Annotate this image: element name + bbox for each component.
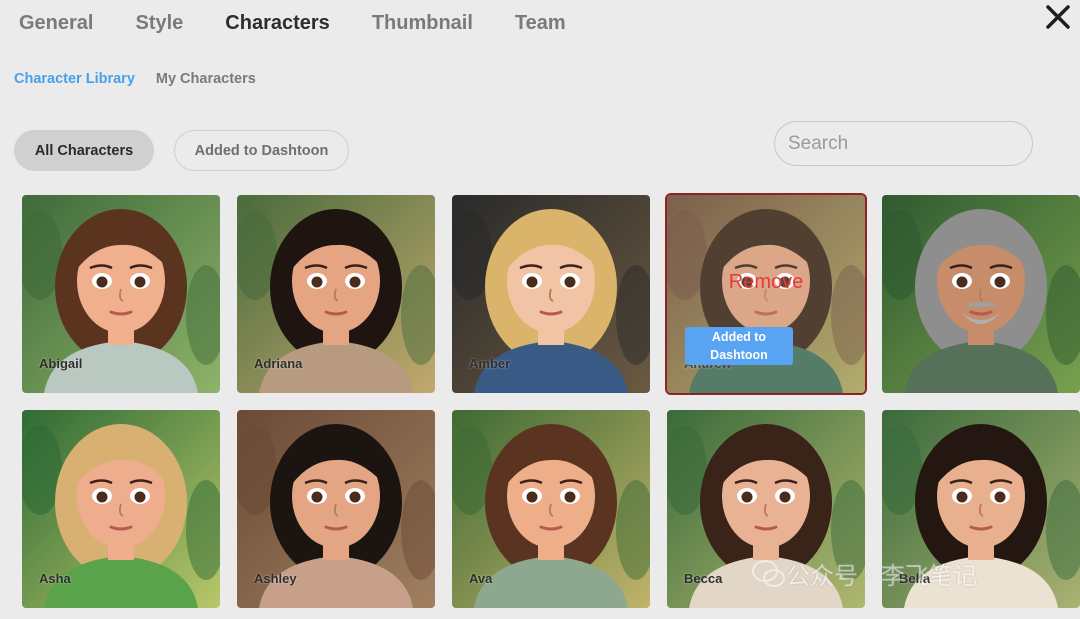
- watermark: 公众号 · 李飞笔记: [752, 556, 977, 591]
- tab-thumbnail[interactable]: Thumbnail: [372, 12, 473, 35]
- watermark-text: 公众号 · 李飞笔记: [786, 562, 977, 590]
- subtab-character-library[interactable]: Character Library: [14, 71, 135, 87]
- tab-general[interactable]: General: [19, 12, 93, 35]
- remove-button[interactable]: Remove: [667, 271, 865, 294]
- character-name: Ashley: [254, 571, 297, 586]
- tab-characters[interactable]: Characters: [225, 12, 330, 35]
- character-card[interactable]: Adriana: [237, 195, 435, 393]
- top-tab-bar: General Style Characters Thumbnail Team: [19, 12, 608, 35]
- filter-all-characters[interactable]: All Characters: [14, 130, 154, 171]
- subtab-my-characters[interactable]: My Characters: [156, 71, 256, 87]
- close-icon: [1046, 5, 1070, 29]
- character-name: Ava: [469, 571, 493, 586]
- character-card[interactable]: Abigail: [22, 195, 220, 393]
- wechat-icon: [752, 559, 785, 587]
- character-name: Amber: [469, 356, 511, 371]
- character-card[interactable]: AndrewRemoveAdded to Dashtoon: [665, 193, 867, 395]
- character-card[interactable]: Ava: [452, 410, 650, 608]
- search-input[interactable]: [774, 121, 1033, 166]
- character-name: Becca: [684, 571, 723, 586]
- tab-style[interactable]: Style: [135, 12, 183, 35]
- character-card[interactable]: Amber: [452, 195, 650, 393]
- close-button[interactable]: [1044, 4, 1072, 30]
- character-card[interactable]: Ashley: [237, 410, 435, 608]
- added-to-dashtoon-badge: Added to Dashtoon: [685, 327, 793, 365]
- tab-team[interactable]: Team: [515, 12, 566, 35]
- character-name: Abigail: [39, 356, 83, 371]
- portrait-image: [882, 195, 1080, 393]
- character-card[interactable]: Asha: [22, 410, 220, 608]
- library-subtabs: Character Library My Characters: [14, 71, 277, 87]
- filter-added-to-dashtoon[interactable]: Added to Dashtoon: [174, 130, 349, 171]
- character-card[interactable]: [882, 195, 1080, 393]
- character-name: Asha: [39, 571, 71, 586]
- character-name: Adriana: [254, 356, 303, 371]
